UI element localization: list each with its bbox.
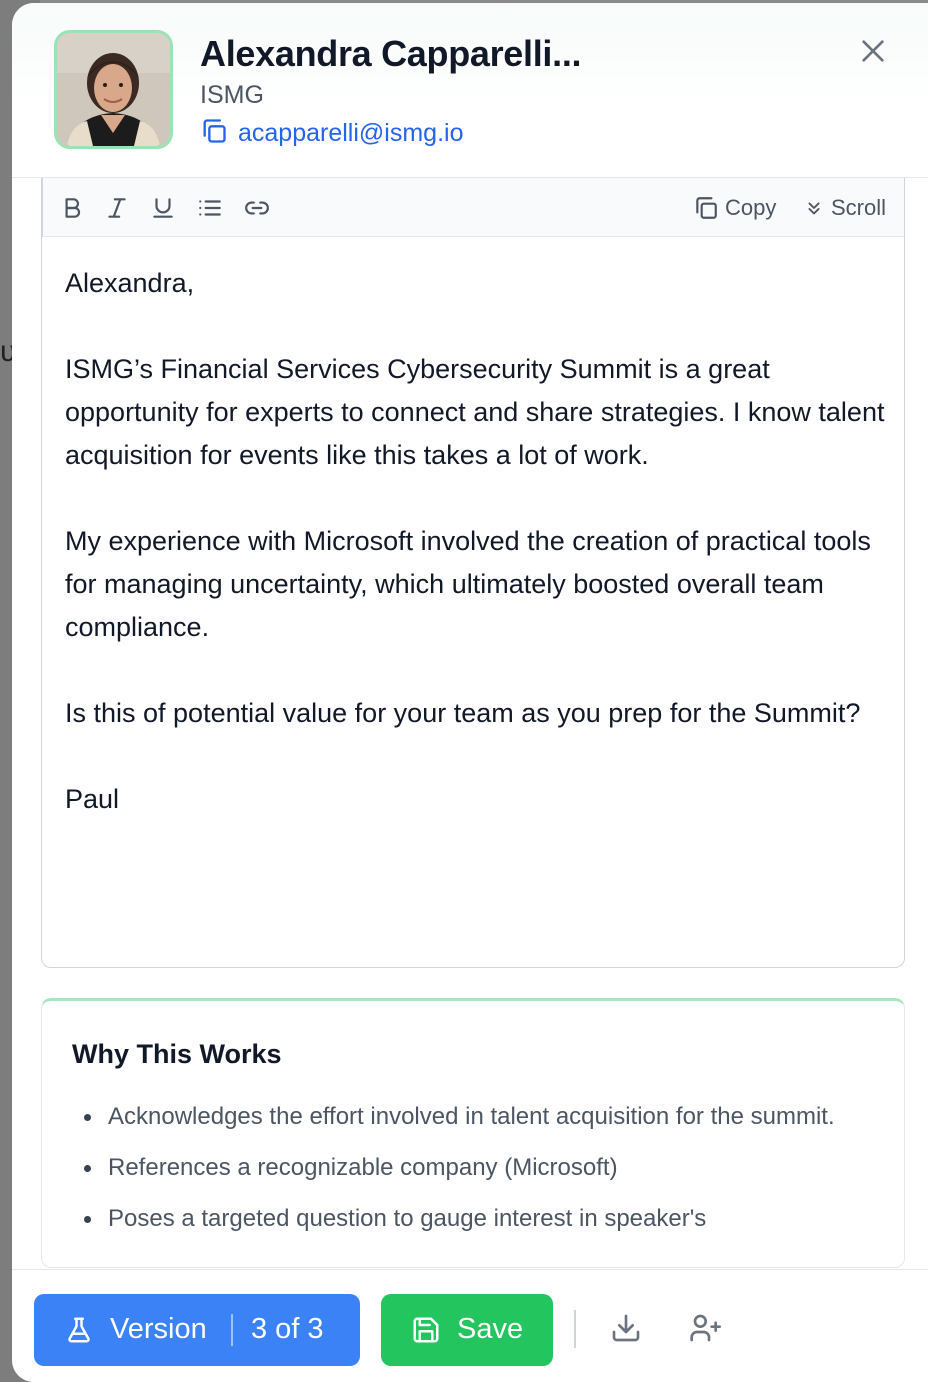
- avatar: [54, 30, 173, 149]
- editor-toolbar: Copy Scroll: [42, 178, 904, 237]
- message-greeting: Alexandra,: [65, 268, 195, 298]
- scroll-button[interactable]: Scroll: [803, 193, 886, 223]
- action-footer: Version 3 of 3 Save: [12, 1269, 928, 1382]
- email-row: acapparelli@ismg.io: [200, 117, 463, 150]
- chevrons-down-icon: [808, 202, 820, 215]
- contact-header: Alexandra Capparelli... ISMG acapparelli…: [12, 3, 928, 178]
- contact-company: ISMG: [200, 81, 264, 109]
- message-paragraph: My experience with Microsoft involved th…: [65, 526, 871, 642]
- flask-icon: [68, 1317, 90, 1343]
- underline-icon[interactable]: [148, 193, 178, 223]
- save-button[interactable]: Save: [381, 1294, 553, 1366]
- close-icon[interactable]: [857, 35, 889, 67]
- link-icon[interactable]: [242, 193, 272, 223]
- email-draft-panel: Alexandra Capparelli... ISMG acapparelli…: [12, 3, 928, 1382]
- list-item: Poses a targeted question to gauge inter…: [72, 1201, 862, 1237]
- why-this-works-card: Why This Works Acknowledges the effort i…: [41, 998, 905, 1268]
- copy-label: Copy: [725, 195, 777, 220]
- floppy-disk-icon: [413, 1317, 439, 1343]
- message-editor[interactable]: Copy Scroll Alexandra, ISMG’s Financial …: [41, 178, 905, 968]
- message-paragraph: Is this of potential value for your team…: [65, 698, 861, 728]
- scroll-label: Scroll: [831, 195, 887, 220]
- copy-button[interactable]: Copy: [693, 193, 776, 223]
- version-label: Version: [110, 1313, 207, 1345]
- version-count: 3 of 3: [251, 1313, 324, 1345]
- list-item: Acknowledges the effort involved in tale…: [72, 1099, 862, 1135]
- copy-icon: [696, 197, 717, 219]
- message-paragraph: ISMG’s Financial Services Cybersecurity …: [65, 354, 885, 470]
- bullet-list-icon[interactable]: [195, 193, 225, 223]
- why-this-works-title: Why This Works: [72, 1039, 282, 1069]
- bold-icon[interactable]: [57, 193, 87, 223]
- list-item: References a recognizable company (Micro…: [72, 1150, 862, 1186]
- avatar-photo: [57, 33, 170, 146]
- user-plus-icon[interactable]: [689, 1312, 721, 1344]
- why-this-works-list: Acknowledges the effort involved in tale…: [72, 1099, 862, 1252]
- copy-email-icon[interactable]: [200, 117, 228, 150]
- save-label: Save: [457, 1313, 524, 1345]
- download-icon[interactable]: [610, 1312, 642, 1344]
- message-signature: Paul: [65, 784, 120, 814]
- version-divider: [231, 1314, 233, 1346]
- version-button[interactable]: Version 3 of 3: [34, 1294, 360, 1366]
- message-body[interactable]: Alexandra, ISMG’s Financial Services Cyb…: [65, 262, 885, 821]
- italic-icon[interactable]: [102, 193, 132, 223]
- footer-divider: [574, 1310, 576, 1348]
- contact-email-link[interactable]: acapparelli@ismg.io: [238, 119, 463, 148]
- contact-name: Alexandra Capparelli...: [200, 33, 582, 74]
